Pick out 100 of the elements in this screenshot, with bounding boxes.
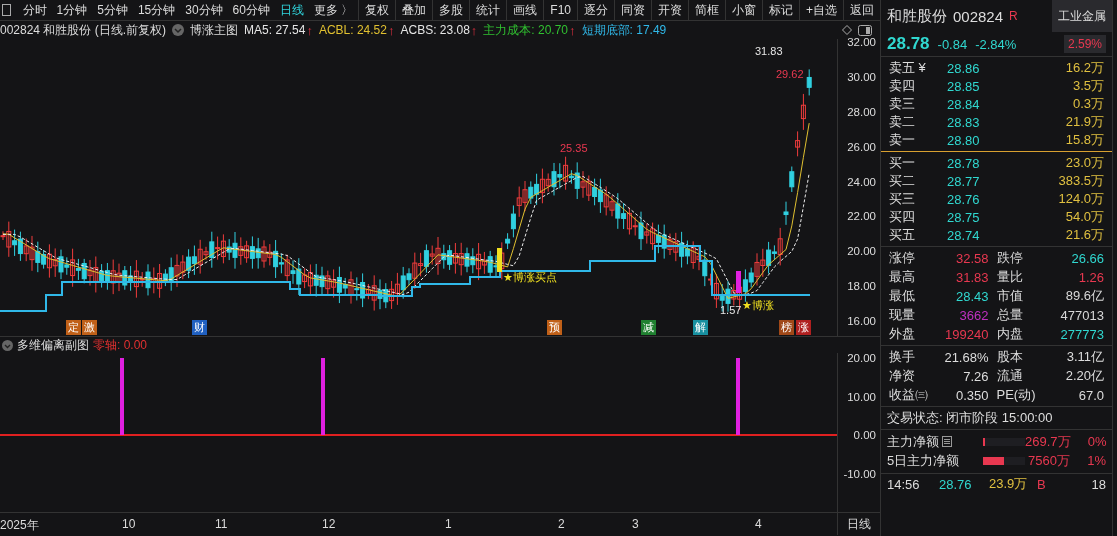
event-tag[interactable]: 榜 [779, 320, 794, 335]
stat-value: 3.11亿 [1066, 348, 1104, 366]
event-tag[interactable]: 定 [66, 320, 81, 335]
indicator-name[interactable]: 多维偏离副图 [17, 336, 89, 354]
order-volume: 54.0万 [1064, 208, 1104, 226]
legend-value: MA5: 27.54 [244, 23, 306, 37]
order-label: 买三 [889, 190, 916, 208]
trend-arrow: ↑ [569, 22, 576, 38]
current-price: 28.78 [887, 34, 930, 54]
toolbar-button[interactable]: F10 [543, 0, 577, 20]
stat-value: 26.66 [1071, 250, 1104, 266]
stat-value: 21.68% [944, 349, 989, 365]
axis-label: 20.00 [847, 245, 876, 258]
flow-label: 5日主力净额 [887, 451, 960, 470]
price-annotation: 29.62 [776, 68, 804, 80]
tick-volume: 23.9万 [989, 475, 1029, 493]
zero-axis-label: 零轴: 0.00 [93, 336, 148, 354]
axis-label: 30.00 [847, 70, 876, 83]
stat-label: 外盘 [889, 325, 915, 343]
date-label: 1 [445, 517, 452, 531]
toolbar-button[interactable]: 逐分 [577, 0, 614, 20]
period-tab[interactable]: 分时 [17, 1, 52, 19]
stat-value: 32.58 [955, 250, 989, 266]
stat-label: PE(动) [996, 386, 1036, 404]
toolbar-button[interactable]: 简框 [688, 0, 725, 20]
diamond-icon[interactable] [842, 25, 852, 35]
order-label: 买二 [889, 172, 916, 190]
dropdown-icon[interactable] [172, 24, 185, 36]
period-tab[interactable]: 1分钟 [51, 1, 93, 19]
flow-amount: 269.7万 [1025, 432, 1071, 451]
period-tab[interactable]: 15分钟 [132, 1, 181, 19]
indicator-name[interactable]: 博涨主图 [190, 21, 239, 39]
period-tab[interactable]: 更多 〉 [308, 1, 359, 19]
toggle-icon[interactable] [858, 24, 872, 36]
stat-value: 0.350 [955, 387, 989, 403]
period-tab[interactable]: 30分钟 [180, 1, 228, 19]
stat-label: 跌停 [996, 249, 1023, 267]
legend-value: 主力成本: 20.70 [483, 21, 569, 39]
amplitude: 2.59% [1063, 35, 1106, 53]
order-volume: 23.0万 [1064, 154, 1104, 172]
stat-label: 现量 [889, 306, 915, 324]
axis-label: 20.00 [847, 352, 876, 364]
order-label: 卖五 ¥ [889, 59, 927, 77]
order-volume: 21.6万 [1064, 226, 1104, 244]
stat-value: 89.6亿 [1065, 287, 1104, 305]
axis-label: 16.00 [847, 315, 876, 327]
stat-value: 28.43 [955, 288, 989, 304]
order-price: 28.83 [947, 114, 981, 130]
date-label: 10 [122, 517, 136, 531]
flow-percent: 1% [1086, 453, 1106, 468]
stat-label: 换手 [889, 348, 915, 366]
event-tag[interactable]: 减 [641, 320, 656, 335]
toolbar-button[interactable]: 返回 [843, 0, 880, 20]
date-label: 2025年 [0, 517, 39, 534]
event-tag[interactable]: 预 [547, 320, 562, 335]
period-tab[interactable]: 5分钟 [92, 1, 133, 19]
flow-amount: 7560万 [1027, 451, 1070, 470]
stat-label: 收益㈢ [889, 386, 928, 404]
period-tab[interactable]: 60分钟 [227, 1, 275, 19]
toolbar-button[interactable]: 标记 [762, 0, 799, 20]
event-tag[interactable]: 财 [192, 320, 207, 335]
toolbar-button[interactable]: 多股 [432, 0, 470, 20]
order-price: 28.78 [947, 155, 981, 171]
order-volume: 0.3万 [1071, 95, 1104, 113]
order-price: 28.80 [947, 132, 981, 148]
event-tag[interactable]: 解 [693, 320, 708, 335]
stat-label: 涨停 [889, 249, 915, 267]
sector-tag[interactable]: 工业金属 [1052, 0, 1112, 32]
dropdown-icon[interactable] [2, 339, 13, 351]
panel-icon[interactable] [2, 4, 12, 16]
axis-label: 10.00 [847, 390, 876, 403]
axis-label: 0.00 [853, 429, 876, 441]
price-annotation: 31.83 [755, 45, 783, 57]
toolbar-button[interactable]: 叠加 [395, 0, 433, 20]
order-label: 卖四 [889, 77, 916, 95]
stat-label: 内盘 [996, 325, 1023, 343]
signal-bar [736, 271, 741, 293]
order-label: 买四 [889, 208, 916, 226]
stat-label: 股本 [996, 348, 1023, 366]
order-price: 28.84 [947, 96, 981, 112]
legend-value: ACBL: 24.52 [318, 23, 387, 37]
toolbar-button[interactable]: 复权 [358, 0, 396, 20]
toolbar-button[interactable]: +自选 [799, 0, 843, 20]
date-label: 11 [215, 517, 228, 531]
event-tag[interactable]: 涨 [796, 320, 811, 335]
price-annotation: ★博涨 [742, 298, 774, 313]
toolbar-button[interactable]: 开资 [651, 0, 688, 20]
period-tab[interactable]: 日线 [274, 1, 309, 19]
flow-percent: 0% [1086, 434, 1107, 449]
toolbar-button[interactable]: 画线 [506, 0, 544, 20]
tick-time: 14:56 [887, 476, 921, 492]
list-icon[interactable] [942, 436, 952, 447]
signal-bar [497, 248, 502, 272]
toolbar-button[interactable]: 小窗 [725, 0, 762, 20]
toolbar-button[interactable]: 统计 [469, 0, 507, 20]
axis-label: 24.00 [847, 175, 876, 188]
event-tag[interactable]: 激 [82, 320, 97, 335]
price-annotation: 1.57 [720, 304, 742, 316]
toolbar-button[interactable]: 同资 [614, 0, 651, 20]
date-label: 4 [755, 517, 762, 531]
